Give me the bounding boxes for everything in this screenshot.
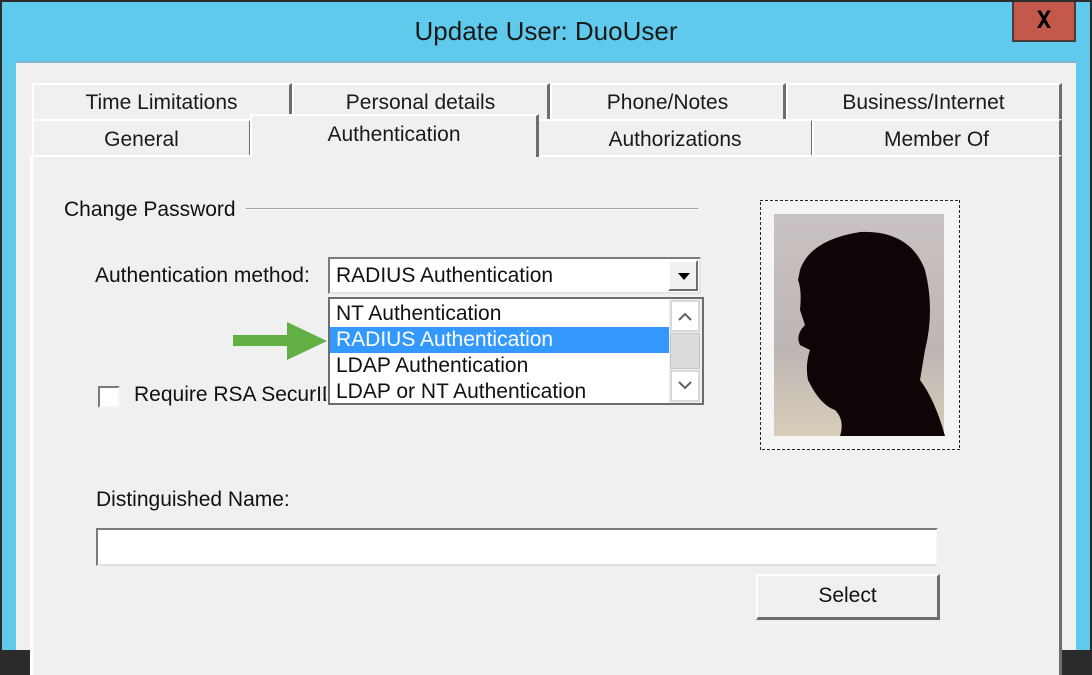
green-arrow-icon <box>233 322 327 360</box>
authentication-method-list[interactable]: NT Authentication RADIUS Authentication … <box>328 297 704 405</box>
tab-general[interactable]: General <box>32 119 252 155</box>
scroll-up-button[interactable] <box>670 300 700 332</box>
group-divider <box>246 208 698 210</box>
chevron-up-icon <box>678 312 692 321</box>
change-password-group-label: Change Password <box>64 198 236 221</box>
window-title: Update User: DuoUser <box>414 16 678 46</box>
option-radius-authentication[interactable]: RADIUS Authentication <box>330 327 670 353</box>
require-rsa-checkbox[interactable] <box>98 386 120 408</box>
dropdown-toggle-button[interactable] <box>668 260 698 291</box>
distinguished-name-input[interactable] <box>96 528 938 566</box>
option-ldap-or-nt-authentication[interactable]: LDAP or NT Authentication <box>330 379 670 405</box>
scroll-down-button[interactable] <box>670 370 700 402</box>
option-ldap-authentication[interactable]: LDAP Authentication <box>330 353 670 379</box>
distinguished-name-label: Distinguished Name: <box>96 488 290 511</box>
require-rsa-label: Require RSA SecurID <box>134 383 326 406</box>
close-icon: X <box>1036 6 1052 34</box>
tab-member-of[interactable]: Member Of <box>812 119 1062 155</box>
option-nt-authentication[interactable]: NT Authentication <box>330 301 670 327</box>
dropdown-selected-value: RADIUS Authentication <box>336 264 554 287</box>
user-silhouette-icon <box>759 199 961 451</box>
update-user-window: Update User: DuoUser X Time Limitations … <box>2 2 1090 675</box>
scroll-thumb[interactable] <box>670 333 700 369</box>
tab-phone-notes[interactable]: Phone/Notes <box>550 83 786 119</box>
chevron-down-icon <box>678 273 690 280</box>
tab-authentication[interactable]: Authentication <box>250 114 539 157</box>
list-scrollbar[interactable] <box>669 299 702 403</box>
authentication-method-dropdown[interactable]: RADIUS Authentication <box>328 257 701 294</box>
close-button[interactable]: X <box>1012 2 1076 42</box>
user-photo <box>759 199 961 451</box>
authentication-method-label: Authentication method: <box>95 264 310 287</box>
tab-authorizations[interactable]: Authorizations <box>537 119 814 155</box>
tab-business-internet[interactable]: Business/Internet <box>786 83 1062 119</box>
select-button[interactable]: Select <box>756 574 940 620</box>
chevron-down-icon <box>678 381 692 390</box>
